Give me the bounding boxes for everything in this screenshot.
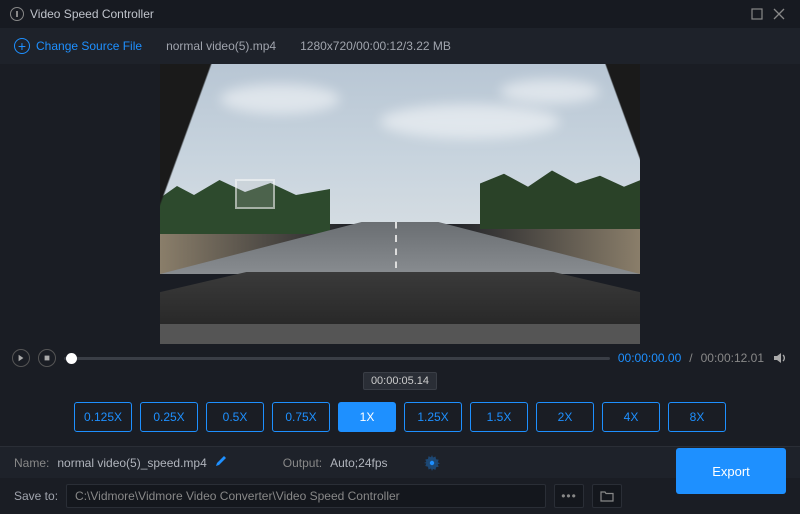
open-folder-button[interactable] [592, 484, 622, 508]
source-filename: normal video(5).mp4 [166, 39, 276, 53]
plus-icon: + [14, 38, 30, 54]
speed-button-2x[interactable]: 2X [536, 402, 594, 432]
speed-button-8x[interactable]: 8X [668, 402, 726, 432]
time-marker: 00:00:05.14 [363, 372, 437, 390]
export-button[interactable]: Export [676, 448, 786, 494]
save-path[interactable]: C:\Vidmore\Vidmore Video Converter\Video… [66, 484, 546, 508]
output-value: Auto;24fps [330, 456, 387, 470]
maximize-button[interactable] [746, 3, 768, 25]
close-button[interactable] [768, 3, 790, 25]
speed-button-0.25x[interactable]: 0.25X [140, 402, 198, 432]
save-label: Save to: [14, 489, 58, 503]
marker-row: 00:00:05.14 [0, 372, 800, 396]
browse-path-button[interactable]: ••• [554, 484, 584, 508]
toolbar: + Change Source File normal video(5).mp4… [0, 28, 800, 64]
titlebar: Video Speed Controller [0, 0, 800, 28]
video-frame [160, 64, 640, 344]
play-button[interactable] [12, 349, 30, 367]
speed-row: 0.125X 0.25X 0.5X 0.75X 1X 1.25X 1.5X 2X 4X 8X [0, 396, 800, 446]
source-meta: 1280x720/00:00:12/3.22 MB [300, 39, 451, 53]
output-settings-icon[interactable] [424, 455, 440, 471]
time-current: 00:00:00.00 [618, 351, 681, 365]
playhead[interactable] [66, 353, 77, 364]
volume-icon[interactable] [772, 350, 788, 366]
speed-button-4x[interactable]: 4X [602, 402, 660, 432]
speed-button-0.5x[interactable]: 0.5X [206, 402, 264, 432]
stop-button[interactable] [38, 349, 56, 367]
change-source-label: Change Source File [36, 39, 142, 53]
speed-button-0.75x[interactable]: 0.75X [272, 402, 330, 432]
speed-button-0.125x[interactable]: 0.125X [74, 402, 132, 432]
timeline-slider[interactable] [64, 357, 610, 360]
app-title: Video Speed Controller [30, 7, 746, 21]
video-preview [0, 64, 800, 344]
name-value: normal video(5)_speed.mp4 [57, 456, 206, 470]
app-logo-icon [10, 7, 24, 21]
name-label: Name: [14, 456, 49, 470]
time-total: 00:00:12.01 [701, 351, 764, 365]
output-label: Output: [283, 456, 322, 470]
speed-button-1x[interactable]: 1X [338, 402, 396, 432]
edit-name-icon[interactable] [215, 455, 227, 470]
playback-controls: 00:00:00.00/00:00:12.01 [0, 344, 800, 372]
speed-button-1.5x[interactable]: 1.5X [470, 402, 528, 432]
change-source-button[interactable]: + Change Source File [14, 38, 142, 54]
speed-button-1.25x[interactable]: 1.25X [404, 402, 462, 432]
